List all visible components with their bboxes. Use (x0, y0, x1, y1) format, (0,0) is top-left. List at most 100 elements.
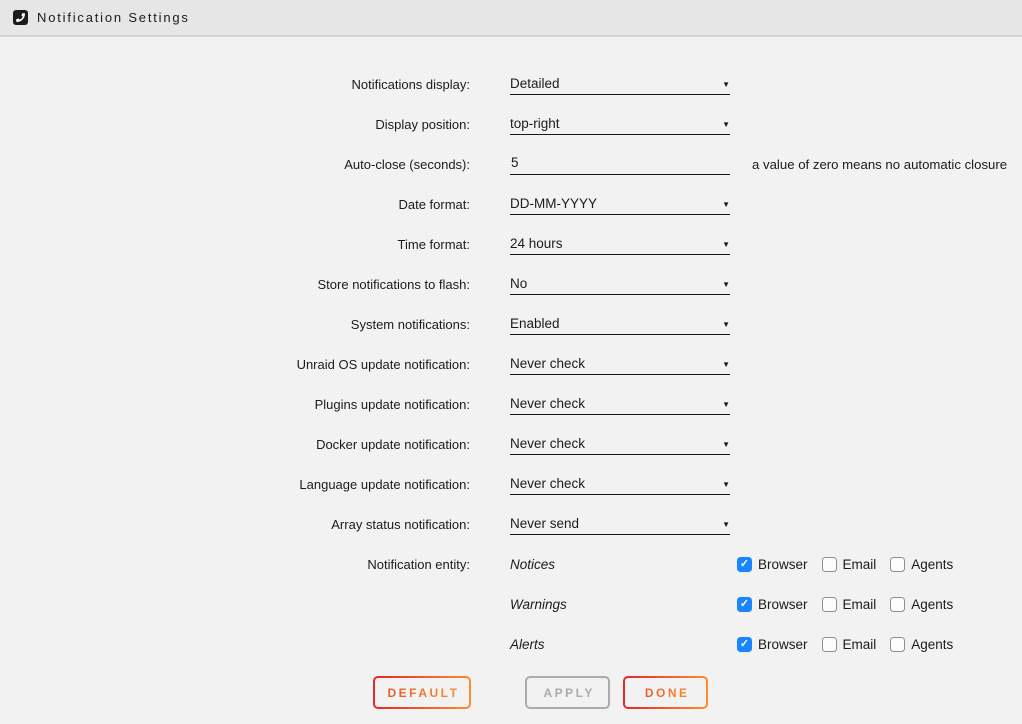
row-control: No ▼ (510, 273, 730, 295)
select-notifications-display[interactable]: Detailed ▼ (510, 73, 730, 95)
row-label: Time format: (0, 237, 470, 252)
checkbox-warnings-browser[interactable] (737, 597, 752, 612)
check-item: Browser (737, 557, 808, 572)
button-inner: DONE (625, 678, 706, 707)
row-control: top-right ▼ (510, 113, 730, 135)
button-inner: DEFAULT (375, 678, 469, 707)
select-value: Enabled (510, 316, 560, 331)
button-row: DEFAULT APPLY DONE (373, 676, 1022, 709)
select-array-status-notification[interactable]: Never send ▼ (510, 513, 730, 535)
entity-name: Alerts (510, 637, 737, 652)
row-label: Display position: (0, 117, 470, 132)
done-button[interactable]: DONE (623, 676, 708, 709)
row-label: System notifications: (0, 317, 470, 332)
select-display-position[interactable]: top-right ▼ (510, 113, 730, 135)
chevron-down-icon: ▼ (722, 121, 730, 131)
field-note: a value of zero means no automatic closu… (752, 157, 1007, 172)
check-group: Browser Email Agents (737, 597, 953, 612)
row-control: Never check ▼ (510, 473, 730, 495)
row-notifications-display: Notifications display: Detailed ▼ (0, 64, 1022, 104)
chevron-down-icon: ▼ (722, 361, 730, 371)
chevron-down-icon: ▼ (722, 81, 730, 91)
select-system-notifications[interactable]: Enabled ▼ (510, 313, 730, 335)
entity-name: Warnings (510, 597, 737, 612)
row-auto-close-seconds: Auto-close (seconds): a value of zero me… (0, 144, 1022, 184)
checkbox-label: Agents (911, 557, 953, 572)
entity-row-warnings: Warnings Browser Email Agents (0, 584, 1022, 624)
select-language-update-notification[interactable]: Never check ▼ (510, 473, 730, 495)
select-value: DD-MM-YYYY (510, 196, 597, 211)
select-store-notifications-to-flash[interactable]: No ▼ (510, 273, 730, 295)
check-item: Agents (890, 637, 953, 652)
row-label: Store notifications to flash: (0, 277, 470, 292)
check-item: Email (822, 637, 877, 652)
row-control: Never send ▼ (510, 513, 730, 535)
check-group: Browser Email Agents (737, 557, 953, 572)
row-label: Auto-close (seconds): (0, 157, 470, 172)
checkbox-notices-email[interactable] (822, 557, 837, 572)
checkbox-label: Email (843, 557, 877, 572)
row-control: Enabled ▼ (510, 313, 730, 335)
check-item: Agents (890, 557, 953, 572)
select-unraid-os-update-notification[interactable]: Never check ▼ (510, 353, 730, 375)
row-plugins-update-notification: Plugins update notification: Never check… (0, 384, 1022, 424)
row-docker-update-notification: Docker update notification: Never check … (0, 424, 1022, 464)
row-label: Notification entity: (0, 557, 470, 572)
select-value: Never check (510, 396, 585, 411)
check-item: Email (822, 597, 877, 612)
chevron-down-icon: ▼ (722, 321, 730, 331)
check-item: Agents (890, 597, 953, 612)
checkbox-notices-browser[interactable] (737, 557, 752, 572)
page-title: Notification Settings (37, 10, 190, 25)
check-group: Browser Email Agents (737, 637, 953, 652)
checkbox-label: Browser (758, 557, 808, 572)
apply-button: APPLY (525, 676, 610, 709)
entity-container: Notification entity: Notices Browser Ema… (0, 544, 1022, 664)
select-date-format[interactable]: DD-MM-YYYY ▼ (510, 193, 730, 215)
select-value: Never check (510, 476, 585, 491)
chevron-down-icon: ▼ (722, 281, 730, 291)
row-label: Array status notification: (0, 517, 470, 532)
button-label: APPLY (541, 686, 595, 700)
checkbox-label: Agents (911, 597, 953, 612)
select-value: No (510, 276, 527, 291)
select-value: Detailed (510, 76, 560, 91)
row-array-status-notification: Array status notification: Never send ▼ (0, 504, 1022, 544)
row-date-format: Date format: DD-MM-YYYY ▼ (0, 184, 1022, 224)
chevron-down-icon: ▼ (722, 521, 730, 531)
default-button[interactable]: DEFAULT (373, 676, 471, 709)
checkbox-label: Email (843, 637, 877, 652)
select-plugins-update-notification[interactable]: Never check ▼ (510, 393, 730, 415)
row-label: Docker update notification: (0, 437, 470, 452)
rows-container: Notifications display: Detailed ▼ Displa… (0, 64, 1022, 544)
checkbox-alerts-browser[interactable] (737, 637, 752, 652)
checkbox-alerts-agents[interactable] (890, 637, 905, 652)
settings-form: Notifications display: Detailed ▼ Displa… (0, 37, 1022, 709)
titlebar: Notification Settings (0, 0, 1022, 37)
entity-row-alerts: Alerts Browser Email Agents (0, 624, 1022, 664)
chevron-down-icon: ▼ (722, 441, 730, 451)
row-label: Language update notification: (0, 477, 470, 492)
check-item: Browser (737, 597, 808, 612)
select-docker-update-notification[interactable]: Never check ▼ (510, 433, 730, 455)
chevron-down-icon: ▼ (722, 481, 730, 491)
row-control: Detailed ▼ (510, 73, 730, 95)
phone-icon (13, 10, 28, 25)
row-control: 24 hours ▼ (510, 233, 730, 255)
checkbox-notices-agents[interactable] (890, 557, 905, 572)
row-label: Notifications display: (0, 77, 470, 92)
input-auto-close-seconds[interactable] (510, 153, 730, 175)
row-control: DD-MM-YYYY ▼ (510, 193, 730, 215)
chevron-down-icon: ▼ (722, 401, 730, 411)
row-language-update-notification: Language update notification: Never chec… (0, 464, 1022, 504)
select-value: Never send (510, 516, 579, 531)
select-time-format[interactable]: 24 hours ▼ (510, 233, 730, 255)
entity-name: Notices (510, 557, 737, 572)
checkbox-warnings-email[interactable] (822, 597, 837, 612)
row-unraid-os-update-notification: Unraid OS update notification: Never che… (0, 344, 1022, 384)
checkbox-alerts-email[interactable] (822, 637, 837, 652)
row-display-position: Display position: top-right ▼ (0, 104, 1022, 144)
row-control: Never check ▼ (510, 353, 730, 375)
checkbox-warnings-agents[interactable] (890, 597, 905, 612)
button-label: DEFAULT (385, 686, 459, 700)
